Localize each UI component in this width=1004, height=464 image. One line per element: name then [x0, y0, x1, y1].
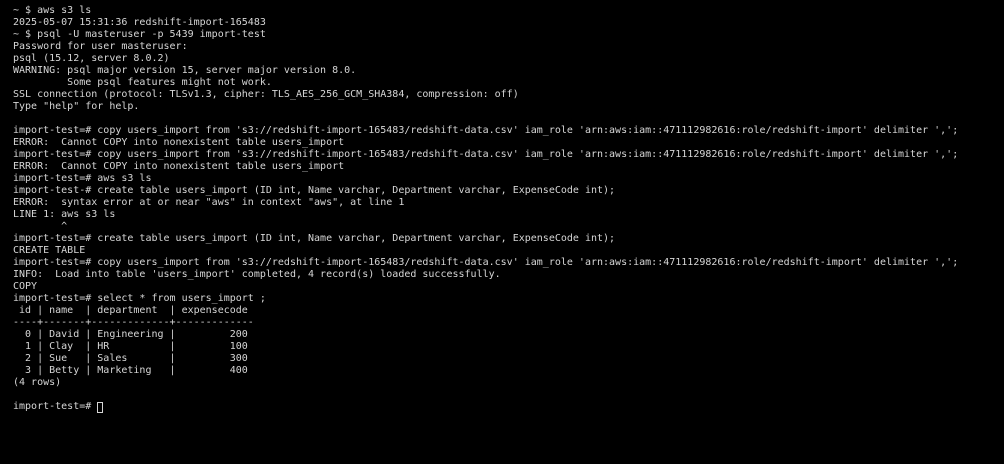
terminal-line: psql (15.12, server 8.0.2) [13, 53, 170, 64]
terminal-line: CREATE TABLE [13, 245, 86, 256]
terminal-line: ERROR: Cannot COPY into nonexistent tabl… [13, 161, 345, 172]
terminal-line: (4 rows) [13, 377, 62, 388]
terminal-line: 2025-05-07 15:31:36 redshift-import-1654… [13, 17, 266, 28]
terminal-line: import-test=# aws s3 ls [13, 173, 152, 184]
terminal-line: ERROR: Cannot COPY into nonexistent tabl… [13, 137, 345, 148]
terminal-line: 1 | Clay | HR | 100 [13, 341, 248, 352]
terminal-line: 0 | David | Engineering | 200 [13, 329, 248, 340]
terminal-line: import-test=# copy users_import from 's3… [13, 149, 959, 160]
terminal-line: ~ $ aws s3 ls [13, 5, 92, 16]
cursor-icon[interactable] [97, 401, 104, 413]
terminal-line: SSL connection (protocol: TLSv1.3, ciphe… [13, 89, 519, 100]
terminal-line: ^ [13, 221, 68, 232]
terminal-line: ~ $ psql -U masteruser -p 5439 import-te… [13, 29, 266, 40]
prompt-text: import-test=# [13, 401, 98, 412]
terminal-line: Some psql features might not work. [13, 77, 272, 88]
terminal-line: LINE 1: aws s3 ls [13, 209, 116, 220]
terminal-line: import-test=# copy users_import from 's3… [13, 125, 959, 136]
terminal-line: import-test=# create table users_import … [13, 233, 616, 244]
terminal-line: Password for user masteruser: [13, 41, 188, 52]
terminal-line: ERROR: syntax error at or near "aws" in … [13, 197, 405, 208]
terminal-line: WARNING: psql major version 15, server m… [13, 65, 357, 76]
terminal-line: COPY [13, 281, 38, 292]
terminal-line: import-test=# copy users_import from 's3… [13, 257, 959, 268]
terminal-line: ----+-------+-------------+------------- [13, 317, 254, 328]
terminal-line: 3 | Betty | Marketing | 400 [13, 365, 248, 376]
terminal-line: import-test-# create table users_import … [13, 185, 616, 196]
terminal-line: id | name | department | expensecode [13, 305, 248, 316]
terminal-window[interactable]: ~ $ aws s3 ls 2025-05-07 15:31:36 redshif… [0, 0, 1004, 464]
terminal-line: Type "help" for help. [13, 101, 140, 112]
terminal-line: INFO: Load into table 'users_import' com… [13, 269, 501, 280]
terminal-line: 2 | Sue | Sales | 300 [13, 353, 248, 364]
terminal-line: import-test=# select * from users_import… [13, 293, 266, 304]
terminal-prompt-line[interactable]: import-test=# [13, 401, 1004, 413]
terminal-output: ~ $ aws s3 ls 2025-05-07 15:31:36 redshif… [13, 5, 1004, 401]
